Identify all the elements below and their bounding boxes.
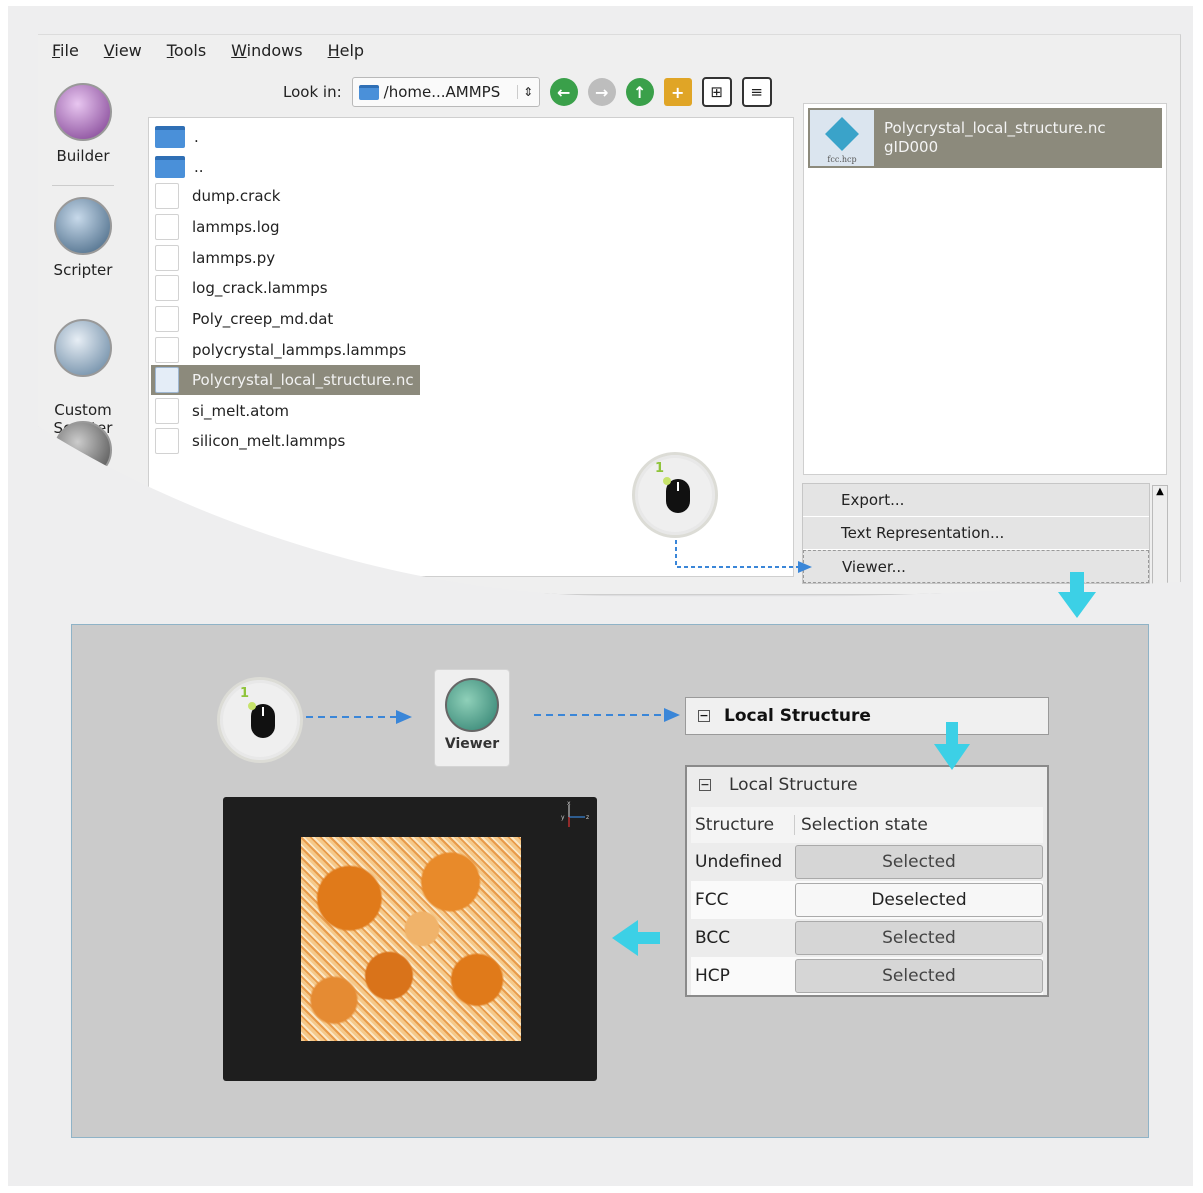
dashed-connector (675, 540, 800, 568)
down-arrow-icon (1058, 572, 1096, 618)
annotation-arrows (306, 540, 1096, 956)
down-arrow-icon (934, 722, 970, 770)
arrowhead-icon (798, 561, 812, 573)
arrowhead-icon (396, 710, 412, 724)
left-arrow-icon (612, 920, 660, 956)
arrowhead-icon (664, 708, 680, 722)
